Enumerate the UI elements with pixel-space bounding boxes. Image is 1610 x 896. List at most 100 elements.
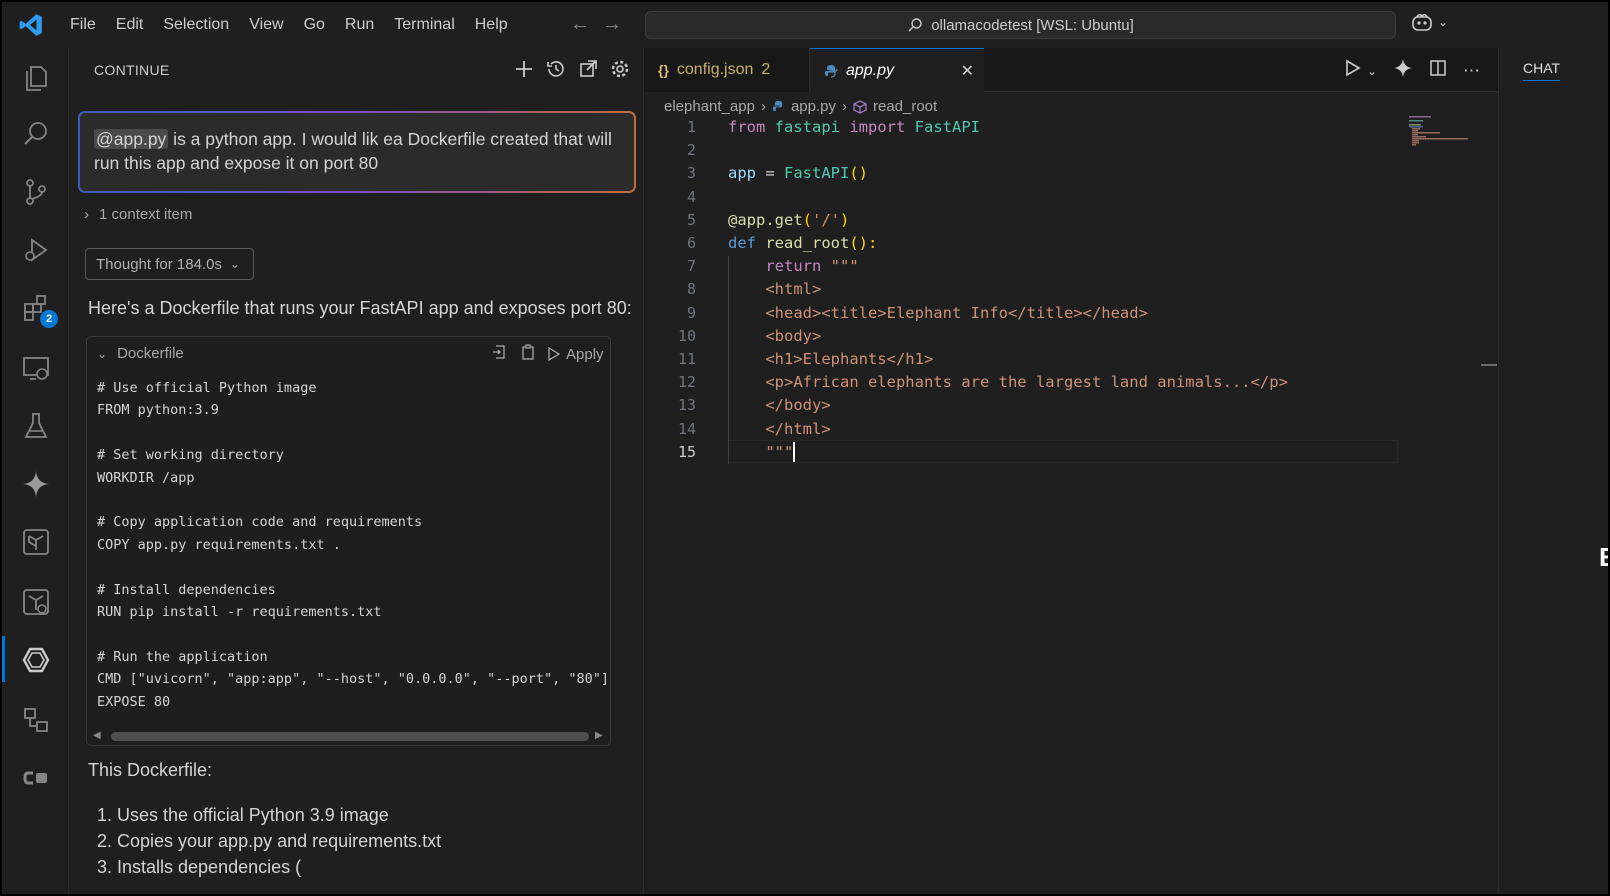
split-editor-icon[interactable] <box>1429 59 1447 82</box>
user-message-text: @app.py is a python app. I would lik ea … <box>94 127 614 175</box>
thought-label: Thought for 184.0s <box>96 255 222 273</box>
scroll-right-icon[interactable]: ▶ <box>595 730 603 741</box>
breadcrumb-folder[interactable]: elephant_app <box>664 98 755 115</box>
token-bracket: ) <box>840 210 850 229</box>
history-icon[interactable] <box>545 58 567 80</box>
insert-at-cursor-icon[interactable] <box>492 344 508 364</box>
menu-file[interactable]: File <box>60 2 106 48</box>
explanation-steps: Uses the official Python 3.9 image Copie… <box>117 802 441 880</box>
codeium-icon[interactable] <box>16 758 56 798</box>
menu-go[interactable]: Go <box>294 2 335 48</box>
code-line: <html> <box>728 280 822 299</box>
source-control-icon[interactable] <box>16 172 56 212</box>
menu-view[interactable]: View <box>239 2 293 48</box>
run-debug-icon[interactable] <box>16 230 56 270</box>
open-external-icon[interactable] <box>577 58 599 80</box>
line-number: 10 <box>677 326 696 345</box>
command-center[interactable]: ollamacodetest [WSL: Ubuntu] <box>645 11 1396 39</box>
run-python-file-icon[interactable] <box>1345 59 1361 82</box>
token-keyword: from <box>728 118 766 136</box>
copilot-sparkle-icon[interactable] <box>1393 58 1413 83</box>
user-message[interactable]: @app.py is a python app. I would lik ea … <box>79 112 635 192</box>
line-number: 6 <box>686 234 696 253</box>
menu-run[interactable]: Run <box>335 2 384 48</box>
nav-arrows: ← → <box>570 12 622 36</box>
apply-button[interactable]: Apply <box>548 346 604 363</box>
tab-app-py[interactable]: app.py ✕ <box>810 48 984 92</box>
code-line: <body> <box>728 326 822 345</box>
code-line: from fastapi import FastAPI <box>728 116 1288 139</box>
close-icon[interactable]: ✕ <box>961 61 974 81</box>
docker-containers-icon[interactable] <box>16 700 56 740</box>
token-operator: = <box>756 164 784 183</box>
vscode-window: File Edit Selection View Go Run Terminal… <box>0 0 1610 896</box>
tab-label: config.json <box>676 61 754 78</box>
testing-flask-icon[interactable] <box>16 406 56 446</box>
thought-dropdown[interactable]: Thought for 184.0s ⌄ <box>85 248 254 280</box>
code-line: COPY app.py requirements.txt . <box>97 536 341 553</box>
panel-actions <box>513 58 631 80</box>
continue-icon[interactable] <box>16 640 56 680</box>
continue-panel: CONTINUE @app.py is a python app. I woul… <box>69 48 644 894</box>
terraform-icon[interactable] <box>16 522 56 562</box>
menu-help[interactable]: Help <box>465 2 518 48</box>
breadcrumb-file[interactable]: app.py <box>791 98 836 115</box>
extensions-icon[interactable]: 2 <box>16 288 58 328</box>
json-braces-icon: {} <box>658 62 669 78</box>
chevron-down-icon[interactable]: ⌄ <box>1367 64 1377 78</box>
line-number-current: 15 <box>677 442 696 461</box>
dockerfile-code[interactable]: # Use official Python image FROM python:3… <box>97 377 609 713</box>
copy-icon[interactable] <box>520 344 536 364</box>
context-items-label: 1 context item <box>99 206 193 223</box>
scroll-left-icon[interactable]: ◀ <box>93 730 101 741</box>
python-icon <box>772 100 783 112</box>
token-function: read_root <box>765 234 850 253</box>
search-icon[interactable] <box>16 114 56 154</box>
breadcrumb-symbol[interactable]: read_root <box>873 98 937 115</box>
menu-selection[interactable]: Selection <box>153 2 239 48</box>
code-line: return """ <box>728 255 1288 278</box>
code-editor[interactable]: from fastapi import FastAPI app = FastAP… <box>728 116 1288 464</box>
menu-edit[interactable]: Edit <box>106 2 154 48</box>
context-items-toggle[interactable]: › 1 context item <box>84 206 192 223</box>
codeblock-title[interactable]: ⌄ Dockerfile <box>97 345 184 362</box>
code-line: RUN pip install -r requirements.txt <box>97 604 382 621</box>
menu-terminal[interactable]: Terminal <box>384 2 464 48</box>
scrollbar-thumb[interactable] <box>111 732 589 741</box>
remote-explorer-icon[interactable] <box>16 348 56 388</box>
chevron-down-icon: ⌄ <box>229 257 240 271</box>
file-mention[interactable]: @app.py <box>94 129 169 149</box>
token-class: FastAPI <box>905 118 980 136</box>
minimap[interactable] <box>1409 116 1469 156</box>
token-class: FastAPI <box>784 164 850 183</box>
code-line: <p>African elephants are the largest lan… <box>728 373 1288 392</box>
line-number: 1 <box>686 118 696 136</box>
copilot-menu-button[interactable]: ⌄ <box>1410 12 1448 32</box>
more-actions-icon[interactable]: ⋯ <box>1463 61 1480 81</box>
codeblock-actions: Apply <box>492 344 604 364</box>
terraform-cloud-icon[interactable] <box>16 582 56 622</box>
forward-arrow-icon[interactable]: → <box>602 12 622 36</box>
codeblock-horizontal-scrollbar[interactable]: ◀ ▶ <box>93 730 605 742</box>
copilot-sparkle-icon[interactable] <box>16 464 56 504</box>
new-session-plus-icon[interactable] <box>513 58 535 80</box>
tab-config-json[interactable]: {} config.json 2 <box>644 48 810 92</box>
explorer-icon[interactable] <box>16 58 56 98</box>
back-arrow-icon[interactable]: ← <box>570 12 590 36</box>
token-string: '/' <box>812 210 840 229</box>
code-line: @app.get('/') <box>728 209 1288 232</box>
code-line: # Set working directory <box>97 447 284 464</box>
code-line-current: """ <box>728 441 1288 464</box>
menu-bar: File Edit Selection View Go Run Terminal… <box>60 2 518 48</box>
line-number: 13 <box>677 396 696 415</box>
settings-gear-icon[interactable] <box>609 58 631 80</box>
chat-tab[interactable]: CHAT <box>1523 60 1561 81</box>
editor-group: {} config.json 2 app.py ✕ ⌄ ⋯ elephant_a… <box>644 48 1498 894</box>
token-keyword: import <box>849 118 906 136</box>
line-number: 11 <box>677 350 696 369</box>
token-string: """ <box>821 257 859 276</box>
